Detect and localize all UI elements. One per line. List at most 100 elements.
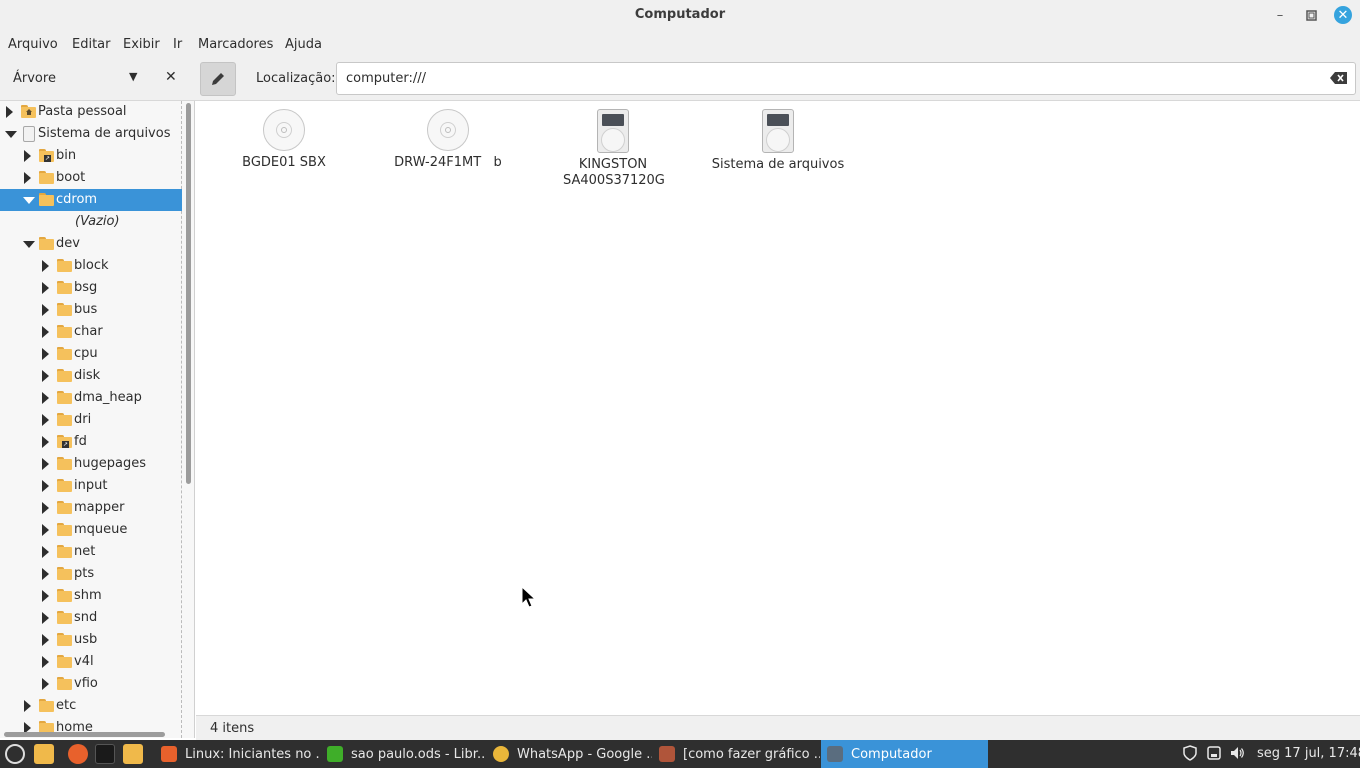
taskbar-window-linux[interactable]: Linux: Iniciantes no ...	[155, 740, 320, 768]
expand-arrow-icon[interactable]	[42, 524, 49, 536]
tree-row-hugepages[interactable]: hugepages	[0, 453, 182, 475]
tree-row-cpu[interactable]: cpu	[0, 343, 182, 365]
expand-arrow-icon[interactable]	[24, 172, 31, 184]
drive-item-kingston[interactable]: KINGSTON SA400S37120G	[533, 109, 693, 189]
collapse-arrow-icon[interactable]	[5, 131, 17, 138]
expand-arrow-icon[interactable]	[24, 700, 31, 712]
tree-row-vfio[interactable]: vfio	[0, 673, 182, 695]
tree-row-block[interactable]: block	[0, 255, 182, 277]
location-input[interactable]	[336, 62, 1356, 95]
expand-arrow-icon[interactable]	[6, 106, 13, 118]
tree-row-shm[interactable]: shm	[0, 585, 182, 607]
expand-arrow-icon[interactable]	[42, 502, 49, 514]
expand-arrow-icon[interactable]	[42, 326, 49, 338]
expand-arrow-icon[interactable]	[42, 414, 49, 426]
minimize-button[interactable]: –	[1271, 6, 1289, 24]
sidebar-horizontal-scrollbar[interactable]	[4, 732, 165, 737]
maximize-button[interactable]	[1302, 6, 1320, 24]
expand-arrow-icon[interactable]	[42, 634, 49, 646]
drive-item-bgde01[interactable]: BGDE01 SBX	[204, 109, 364, 171]
collapse-arrow-icon[interactable]	[23, 241, 35, 248]
close-sidebar-icon[interactable]: ✕	[165, 69, 177, 85]
clear-location-icon[interactable]	[1330, 71, 1348, 85]
sidebar-vertical-scrollbar[interactable]	[186, 103, 191, 484]
tree-row-dri[interactable]: dri	[0, 409, 182, 431]
tree-row-mapper[interactable]: mapper	[0, 497, 182, 519]
expand-arrow-icon[interactable]	[42, 480, 49, 492]
tree-row-bin[interactable]: ↗ bin	[0, 145, 182, 167]
folder-icon	[57, 655, 72, 668]
sidebar-tree[interactable]: Pasta pessoal Sistema de arquivos ↗ bin …	[0, 101, 195, 738]
expand-arrow-icon[interactable]	[42, 304, 49, 316]
expand-arrow-icon[interactable]	[42, 546, 49, 558]
expand-arrow-icon[interactable]	[42, 590, 49, 602]
shield-icon[interactable]	[1182, 745, 1198, 761]
expand-arrow-icon[interactable]	[42, 656, 49, 668]
tree-row-input[interactable]: input	[0, 475, 182, 497]
close-button[interactable]: ✕	[1334, 6, 1352, 24]
edit-location-button[interactable]	[200, 62, 236, 96]
removable-drive-icon[interactable]	[1206, 745, 1222, 761]
files-launcher-icon[interactable]	[34, 744, 54, 764]
expand-arrow-icon[interactable]	[42, 260, 49, 272]
tree-row-bsg[interactable]: bsg	[0, 277, 182, 299]
expand-arrow-icon[interactable]	[42, 282, 49, 294]
clock[interactable]: seg 17 jul, 17:48	[1257, 746, 1360, 761]
folder-launcher-icon[interactable]	[123, 744, 143, 764]
tree-row-usb[interactable]: usb	[0, 629, 182, 651]
expand-arrow-icon[interactable]	[42, 612, 49, 624]
tree-row-net[interactable]: net	[0, 541, 182, 563]
chrome-icon	[493, 746, 509, 762]
computer-icon	[827, 746, 843, 762]
tree-row-pasta-pessoal[interactable]: Pasta pessoal	[0, 101, 182, 123]
expand-arrow-icon[interactable]	[42, 678, 49, 690]
tree-row-boot[interactable]: boot	[0, 167, 182, 189]
menu-ajuda[interactable]: Ajuda	[285, 37, 322, 52]
tree-row-snd[interactable]: snd	[0, 607, 182, 629]
tree-row-dev[interactable]: dev	[0, 233, 182, 255]
taskbar-window-label: Linux: Iniciantes no ...	[185, 746, 320, 762]
expand-arrow-icon[interactable]	[42, 370, 49, 382]
tree-row-bus[interactable]: bus	[0, 299, 182, 321]
mouse-cursor-icon	[521, 586, 537, 608]
expand-arrow-icon[interactable]	[42, 458, 49, 470]
menu-arquivo[interactable]: Arquivo	[8, 37, 58, 52]
tree-row-pts[interactable]: pts	[0, 563, 182, 585]
tree-row-char[interactable]: char	[0, 321, 182, 343]
terminal-launcher-icon[interactable]	[95, 744, 115, 764]
drive-item-drw24f1mt[interactable]: DRW-24F1MT b	[368, 109, 528, 171]
tree-label: snd	[74, 610, 98, 625]
drive-item-filesystem[interactable]: Sistema de arquivos	[698, 109, 858, 173]
menu-ir[interactable]: Ir	[173, 37, 182, 52]
expand-arrow-icon[interactable]	[42, 392, 49, 404]
tree-row-v4l[interactable]: v4l	[0, 651, 182, 673]
collapse-arrow-icon[interactable]	[23, 197, 35, 204]
tree-row-mqueue[interactable]: mqueue	[0, 519, 182, 541]
chevron-down-icon[interactable]: ▼	[129, 70, 137, 83]
hard-drive-icon	[597, 109, 629, 153]
tree-row-cdrom[interactable]: cdrom	[0, 189, 182, 211]
expand-arrow-icon[interactable]	[42, 436, 49, 448]
tree-row-fd[interactable]: ↗ fd	[0, 431, 182, 453]
taskbar-window-calc[interactable]: sao paulo.ods - Libr...	[321, 740, 486, 768]
tree-row-dma-heap[interactable]: dma_heap	[0, 387, 182, 409]
taskbar-window-whatsapp[interactable]: WhatsApp - Google ...	[487, 740, 652, 768]
expand-arrow-icon[interactable]	[42, 348, 49, 360]
drive-label: BGDE01 SBX	[242, 155, 326, 170]
menu-marcadores[interactable]: Marcadores	[198, 37, 273, 52]
volume-icon[interactable]	[1229, 745, 1245, 761]
mint-menu-icon[interactable]	[5, 744, 25, 764]
expand-arrow-icon[interactable]	[42, 568, 49, 580]
sidebar-mode-label[interactable]: Árvore	[13, 71, 56, 86]
tree-row-disk[interactable]: disk	[0, 365, 182, 387]
menu-editar[interactable]: Editar	[72, 37, 111, 52]
file-view[interactable]: BGDE01 SBX DRW-24F1MT b KINGSTON SA400S3…	[196, 101, 1360, 715]
firefox-launcher-icon[interactable]	[68, 744, 88, 764]
tree-row-etc[interactable]: etc	[0, 695, 182, 717]
taskbar-window-grafico[interactable]: [como fazer gráfico ...	[653, 740, 820, 768]
taskbar-window-computador[interactable]: Computador	[821, 740, 988, 768]
tree-row-sistema-de-arquivos[interactable]: Sistema de arquivos	[0, 123, 182, 145]
tree-label: cdrom	[56, 192, 98, 207]
expand-arrow-icon[interactable]	[24, 150, 31, 162]
menu-exibir[interactable]: Exibir	[123, 37, 160, 52]
